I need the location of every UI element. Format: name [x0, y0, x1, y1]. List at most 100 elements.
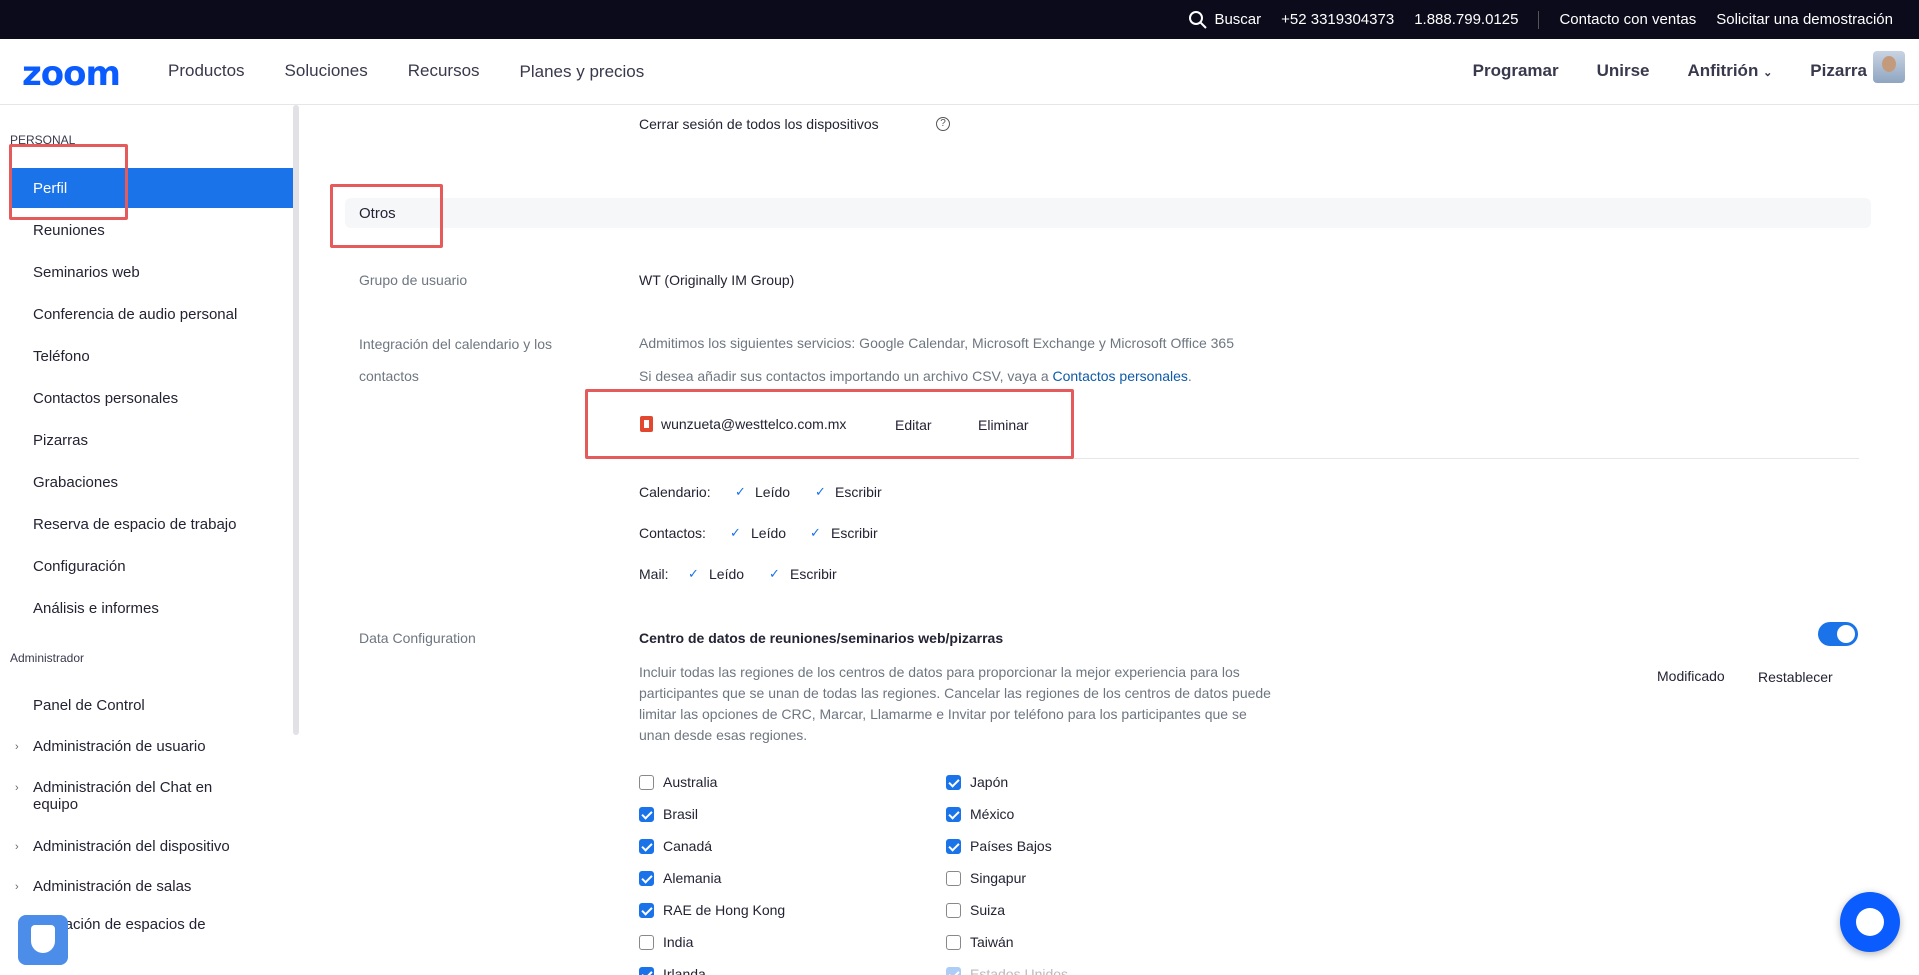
- perm-calendar-label: Calendario:: [639, 484, 711, 500]
- schedule-link[interactable]: Programar: [1473, 61, 1559, 81]
- nav-menu: Productos Soluciones Recursos Planes y p…: [168, 61, 644, 82]
- search-button[interactable]: Buscar: [1188, 10, 1261, 30]
- sidebar-item-chat-admin[interactable]: Administración del Chat en: [33, 779, 212, 796]
- data-center-desc-1: Incluir todas las regiones de los centro…: [639, 664, 1240, 680]
- region-label: Países Bajos: [970, 838, 1052, 854]
- sidebar-item-contacts[interactable]: Contactos personales: [33, 390, 178, 407]
- region-checkbox[interactable]: [946, 903, 961, 918]
- sidebar-item-settings[interactable]: Configuración: [33, 558, 126, 575]
- chevron-down-icon: ⌄: [1763, 67, 1773, 79]
- csv-text-label: Si desea añadir sus contactos importando…: [639, 368, 1049, 384]
- region-label: India: [663, 934, 694, 950]
- avatar[interactable]: [1873, 51, 1905, 83]
- host-dropdown[interactable]: Anfitrión ⌄: [1688, 61, 1773, 81]
- check-icon: ✓: [730, 525, 741, 540]
- region-checkbox[interactable]: [946, 839, 961, 854]
- csv-text-end: .: [1187, 368, 1192, 384]
- check-icon: ✓: [815, 484, 826, 499]
- search-icon: [1189, 10, 1208, 29]
- region-label: RAE de Hong Kong: [663, 902, 786, 918]
- check-icon: ✓: [769, 566, 780, 581]
- perm-calendar-write: Escribir: [835, 484, 882, 500]
- join-link[interactable]: Unirse: [1597, 61, 1650, 81]
- sidebar-item-phone[interactable]: Teléfono: [33, 348, 90, 365]
- request-demo-link[interactable]: Solicitar una demostración: [1716, 11, 1893, 28]
- zoom-logo[interactable]: zoom: [22, 54, 121, 94]
- check-icon: ✓: [735, 484, 746, 499]
- sidebar-scrollbar[interactable]: [293, 105, 299, 735]
- chat-bot-button[interactable]: [1840, 892, 1900, 952]
- calendar-label: Integración del calendario y los: [359, 336, 553, 352]
- region-checkbox[interactable]: [946, 775, 961, 790]
- sidebar-item-dashboard[interactable]: Panel de Control: [33, 697, 145, 714]
- check-icon: ✓: [688, 566, 699, 581]
- help-icon[interactable]: ?: [936, 117, 950, 131]
- data-center-toggle[interactable]: [1818, 622, 1858, 646]
- sidebar-item-user-admin[interactable]: Administración de usuario: [33, 738, 206, 755]
- shield-icon[interactable]: [18, 915, 68, 965]
- logout-all-link[interactable]: Cerrar sesión de todos los dispositivos: [639, 116, 879, 132]
- sidebar-item-webinars[interactable]: Seminarios web: [33, 264, 140, 281]
- highlight-box: [330, 184, 443, 248]
- sidebar-item-device-admin[interactable]: Administración del dispositivo: [33, 838, 230, 855]
- region-label: Irlanda: [663, 966, 706, 975]
- highlight-box: [585, 389, 1074, 459]
- whiteboard-link[interactable]: Pizarra: [1810, 61, 1867, 81]
- nav-actions: Programar Unirse Anfitrión ⌄ Pizarra: [1473, 61, 1867, 81]
- top-bar: Buscar +52 3319304373 1.888.799.0125 Con…: [0, 0, 1919, 39]
- reset-button[interactable]: Restablecer: [1758, 669, 1833, 685]
- perm-contacts-write: Escribir: [831, 525, 878, 541]
- sidebar-item-audio-conference[interactable]: Conferencia de audio personal: [33, 306, 237, 323]
- sidebar-item-rooms-admin[interactable]: Administración de salas: [33, 878, 191, 895]
- sidebar-item-reports[interactable]: Análisis e informes: [33, 600, 159, 617]
- data-config-label: Data Configuration: [359, 630, 476, 646]
- region-checkbox[interactable]: [946, 967, 961, 975]
- perm-contacts-read: Leído: [751, 525, 787, 541]
- main-nav: zoom Productos Soluciones Recursos Plane…: [0, 39, 1919, 105]
- region-label: Singapur: [970, 870, 1027, 886]
- phone-link-1[interactable]: +52 3319304373: [1281, 11, 1394, 28]
- phone-link-2[interactable]: 1.888.799.0125: [1414, 11, 1518, 28]
- personal-contacts-link[interactable]: Contactos personales: [1053, 368, 1188, 384]
- region-label: Australia: [663, 774, 718, 790]
- region-checkbox[interactable]: [946, 807, 961, 822]
- sidebar-item-meetings[interactable]: Reuniones: [33, 222, 105, 239]
- perm-mail-write: Escribir: [790, 566, 837, 582]
- region-checkbox[interactable]: [946, 871, 961, 886]
- perm-mail-label: Mail:: [639, 566, 669, 582]
- region-checkbox[interactable]: [639, 935, 654, 950]
- chevron-right-icon: ›: [15, 881, 19, 893]
- data-center-title: Centro de datos de reuniones/seminarios …: [639, 630, 1004, 646]
- perm-mail-read: Leído: [709, 566, 745, 582]
- sidebar-item-chat-admin-line2: equipo: [33, 796, 79, 813]
- region-checkbox[interactable]: [639, 839, 654, 854]
- user-group-label: Grupo de usuario: [359, 272, 468, 288]
- nav-resources[interactable]: Recursos: [408, 61, 480, 82]
- highlight-box: [9, 144, 128, 220]
- check-icon: ✓: [810, 525, 821, 540]
- csv-text: Si desea añadir sus contactos importando…: [639, 366, 1192, 387]
- sidebar-item-workspace[interactable]: Reserva de espacio de trabajo: [33, 516, 236, 533]
- sidebar-item-recordings[interactable]: Grabaciones: [33, 474, 118, 491]
- region-checkbox[interactable]: [639, 775, 654, 790]
- nav-solutions[interactable]: Soluciones: [285, 61, 368, 82]
- region-label: Japón: [970, 774, 1009, 790]
- contact-sales-link[interactable]: Contacto con ventas: [1559, 11, 1696, 28]
- perm-contacts-label: Contactos:: [639, 525, 706, 541]
- sidebar-item-whiteboards[interactable]: Pizarras: [33, 432, 88, 449]
- region-label: Suiza: [970, 902, 1006, 918]
- chevron-right-icon: ›: [15, 741, 19, 753]
- region-checkbox[interactable]: [639, 903, 654, 918]
- region-label: Brasil: [663, 806, 699, 822]
- user-group-value: WT (Originally IM Group): [639, 272, 795, 288]
- section-header: [345, 198, 1871, 228]
- region-checkbox[interactable]: [639, 871, 654, 886]
- region-label: Alemania: [663, 870, 722, 886]
- modified-label: Modificado: [1657, 668, 1725, 684]
- services-text: Admitimos los siguientes servicios: Goog…: [639, 335, 1234, 351]
- nav-plans[interactable]: Planes y precios: [520, 62, 645, 82]
- nav-products[interactable]: Productos: [168, 61, 245, 82]
- region-checkbox[interactable]: [639, 807, 654, 822]
- region-checkbox[interactable]: [946, 935, 961, 950]
- region-checkbox[interactable]: [639, 967, 654, 975]
